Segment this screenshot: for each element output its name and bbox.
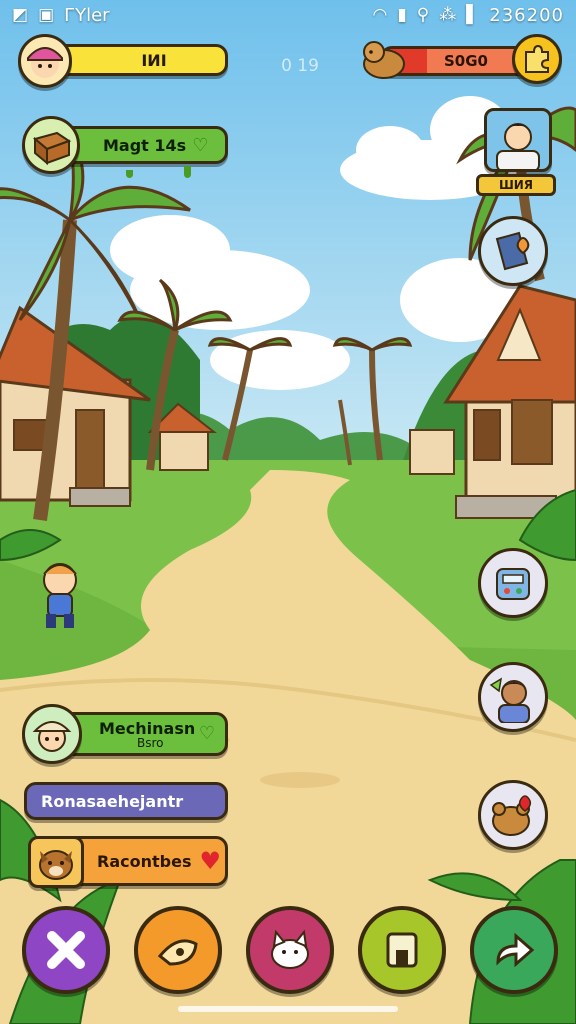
timer-text: 0 19 — [281, 56, 319, 76]
player-avatar[interactable] — [18, 34, 72, 88]
close-icon — [47, 931, 85, 969]
arrow-right-icon — [496, 932, 535, 968]
mechanic-subtitle: Bsro — [137, 735, 164, 750]
puzzle-coin-icon[interactable] — [512, 34, 562, 84]
battery-icon: ▌ — [466, 5, 480, 25]
status-left: ◩ ▣ ГYler — [12, 5, 110, 26]
magic-quest-label: Magt 14s — [103, 135, 187, 155]
pet-cat-button[interactable] — [246, 906, 334, 994]
signal-icon: ▮ — [397, 5, 407, 25]
food-button[interactable] — [134, 906, 222, 994]
data-icon: ⁂ — [439, 5, 457, 25]
cat-icon — [271, 929, 309, 969]
orange-option-label: Racontbes — [97, 851, 192, 871]
home-indicator[interactable] — [178, 1006, 398, 1012]
player-level-value: ІИІ — [141, 50, 167, 70]
friend-button[interactable] — [478, 662, 548, 732]
next-button[interactable] — [470, 906, 558, 994]
status-right: ◠ ▮ ⚲ ⁂ ▌ 236200 — [373, 5, 564, 26]
bear-icon — [492, 795, 532, 836]
treasure-chest-avatar[interactable] — [22, 116, 80, 174]
man-avatar-icon — [496, 123, 540, 169]
red-heart-icon: ♥ — [199, 847, 221, 875]
profile-label: ШИЯ — [476, 174, 556, 196]
notification-icon: ⚲ — [416, 5, 430, 25]
profile-card[interactable] — [484, 108, 552, 172]
dog-face-icon — [39, 850, 73, 880]
girl-avatar-icon — [27, 47, 63, 78]
image-icon: ◩ — [12, 5, 29, 25]
chest-icon — [32, 131, 72, 165]
close-button[interactable] — [22, 906, 110, 994]
far-house — [409, 429, 455, 475]
green-heart-icon: ♡ — [192, 134, 209, 156]
paint-drip — [184, 166, 191, 178]
pet-button[interactable] — [478, 780, 548, 850]
dog-icon — [360, 36, 408, 82]
friend-avatar-icon — [489, 677, 530, 723]
currency-value: S0G0 — [444, 52, 488, 70]
paint-drip — [126, 170, 133, 178]
explorer-avatar[interactable] — [22, 704, 82, 764]
status-time: 236200 — [489, 4, 564, 26]
dog-avatar[interactable] — [28, 836, 84, 888]
inventory-button[interactable] — [358, 906, 446, 994]
violet-option-label: Ronasaehejantr — [41, 791, 184, 811]
violet-option-button[interactable]: Ronasaehejantr — [24, 782, 228, 820]
building-icon: ▣ — [38, 5, 55, 25]
cheese-icon — [157, 939, 198, 966]
book-heart-button[interactable] — [478, 216, 548, 286]
green-heart-icon: ♡ — [198, 723, 215, 744]
status-bar: ◩ ▣ ГYler ◠ ▮ ⚲ ⁂ ▌ 236200 — [0, 0, 576, 30]
inventory-icon — [386, 932, 418, 968]
book-icon — [495, 231, 530, 271]
machine-icon — [496, 568, 530, 600]
carrier-label: ГYler — [64, 4, 110, 26]
explorer-icon — [32, 721, 72, 752]
machine-button[interactable] — [478, 548, 548, 618]
wifi-icon: ◠ — [372, 5, 388, 25]
